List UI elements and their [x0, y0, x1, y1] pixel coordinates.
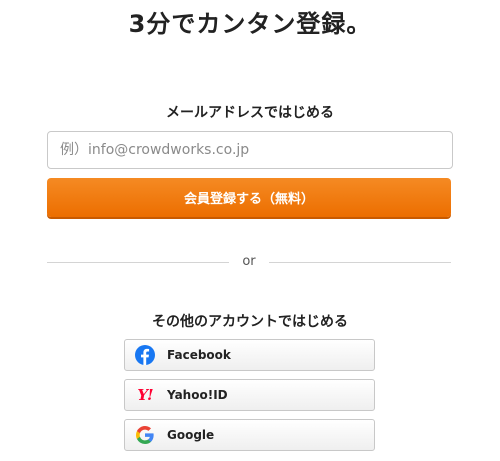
page-title: 3分でカンタン登録。	[128, 10, 372, 38]
social-signup-heading: その他のアカウントではじめる	[152, 314, 348, 330]
register-free-button[interactable]: 会員登録する（無料）	[47, 178, 451, 217]
yahoo-icon-text: Y!	[137, 386, 153, 404]
signup-page: 3分でカンタン登録。 メールアドレスではじめる 会員登録する（無料） or その…	[0, 0, 500, 461]
email-signup-heading: メールアドレスではじめる	[166, 105, 334, 121]
yahoo-icon: Y!	[135, 385, 155, 405]
yahoo-login-button[interactable]: Y! Yahoo!ID	[124, 379, 375, 411]
email-input[interactable]	[47, 131, 453, 169]
divider-line-right	[269, 262, 451, 263]
yahoo-button-label: Yahoo!ID	[167, 388, 228, 402]
google-button-label: Google	[167, 428, 215, 442]
facebook-icon	[135, 345, 155, 365]
google-icon	[135, 425, 155, 445]
facebook-login-button[interactable]: Facebook	[124, 339, 375, 371]
google-login-button[interactable]: Google	[124, 419, 375, 451]
or-divider: or	[47, 253, 451, 271]
facebook-button-label: Facebook	[167, 348, 231, 362]
